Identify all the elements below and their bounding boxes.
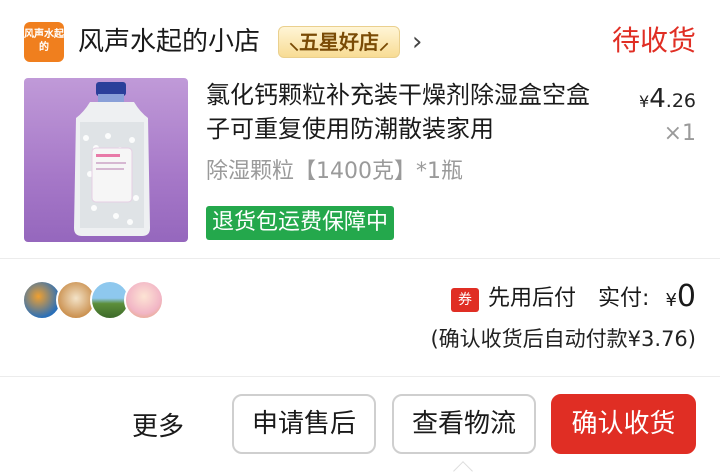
quantity: ×1: [663, 121, 696, 146]
paid-label: 实付:: [598, 286, 650, 311]
apply-after-sale-button[interactable]: 申请售后: [232, 394, 376, 454]
chevron-right-icon[interactable]: ›: [412, 28, 422, 56]
paid-symbol: ¥: [665, 290, 677, 311]
price-decimal: .26: [665, 90, 696, 112]
order-actions: 更多 申请售后 查看物流 确认收货: [0, 378, 720, 474]
price-symbol: ¥: [639, 92, 650, 111]
return-shipping-guarantee-tag: 退货包运费保障中: [206, 206, 395, 240]
payment-summary: 券 先用后付 实付: ¥0 (确认收货后自动付款¥3.76): [0, 270, 720, 370]
avatar: [124, 280, 164, 320]
shop-name[interactable]: 风声水起的小店: [78, 24, 260, 60]
pay-later-label: 先用后付: [488, 286, 577, 311]
tooltip-pointer: [453, 461, 473, 474]
view-logistics-button[interactable]: 查看物流: [392, 394, 536, 454]
product-title[interactable]: 氯化钙颗粒补充装干燥剂除湿盒空盒子可重复使用防潮散装家用: [206, 78, 606, 146]
price-integer: 4: [649, 84, 666, 114]
divider: [0, 258, 720, 259]
order-header: 风声水起的 风声水起的小店 ⸜五星好店⸝ › 待收货: [0, 0, 720, 72]
unit-price: ¥4.26: [639, 84, 696, 117]
auto-pay-note: (确认收货后自动付款¥3.76): [430, 327, 696, 351]
shop-logo[interactable]: 风声水起的: [24, 22, 64, 62]
coupon-icon: 券: [451, 288, 479, 312]
shop-logo-text: 风声水起的: [24, 29, 64, 53]
product-image[interactable]: [24, 78, 188, 242]
five-star-shop-badge[interactable]: ⸜五星好店⸝: [278, 26, 400, 58]
more-button[interactable]: 更多: [132, 410, 184, 444]
laurel-icon: ⸝: [379, 30, 389, 54]
badge-label: 五星好店: [299, 30, 379, 54]
laurel-icon: ⸜: [289, 30, 299, 54]
divider: [0, 376, 720, 377]
paid-amount: ¥0: [665, 278, 696, 320]
paid-value: 0: [676, 279, 696, 314]
confirm-receipt-button[interactable]: 确认收货: [551, 394, 696, 454]
product-item[interactable]: 氯化钙颗粒补充装干燥剂除湿盒空盒子可重复使用防潮散装家用 除湿颗粒【1400克】…: [0, 72, 720, 258]
product-spec: 除湿颗粒【1400克】*1瓶: [206, 159, 463, 184]
order-status: 待收货: [611, 24, 696, 57]
desiccant-bottle-image: [74, 82, 150, 236]
